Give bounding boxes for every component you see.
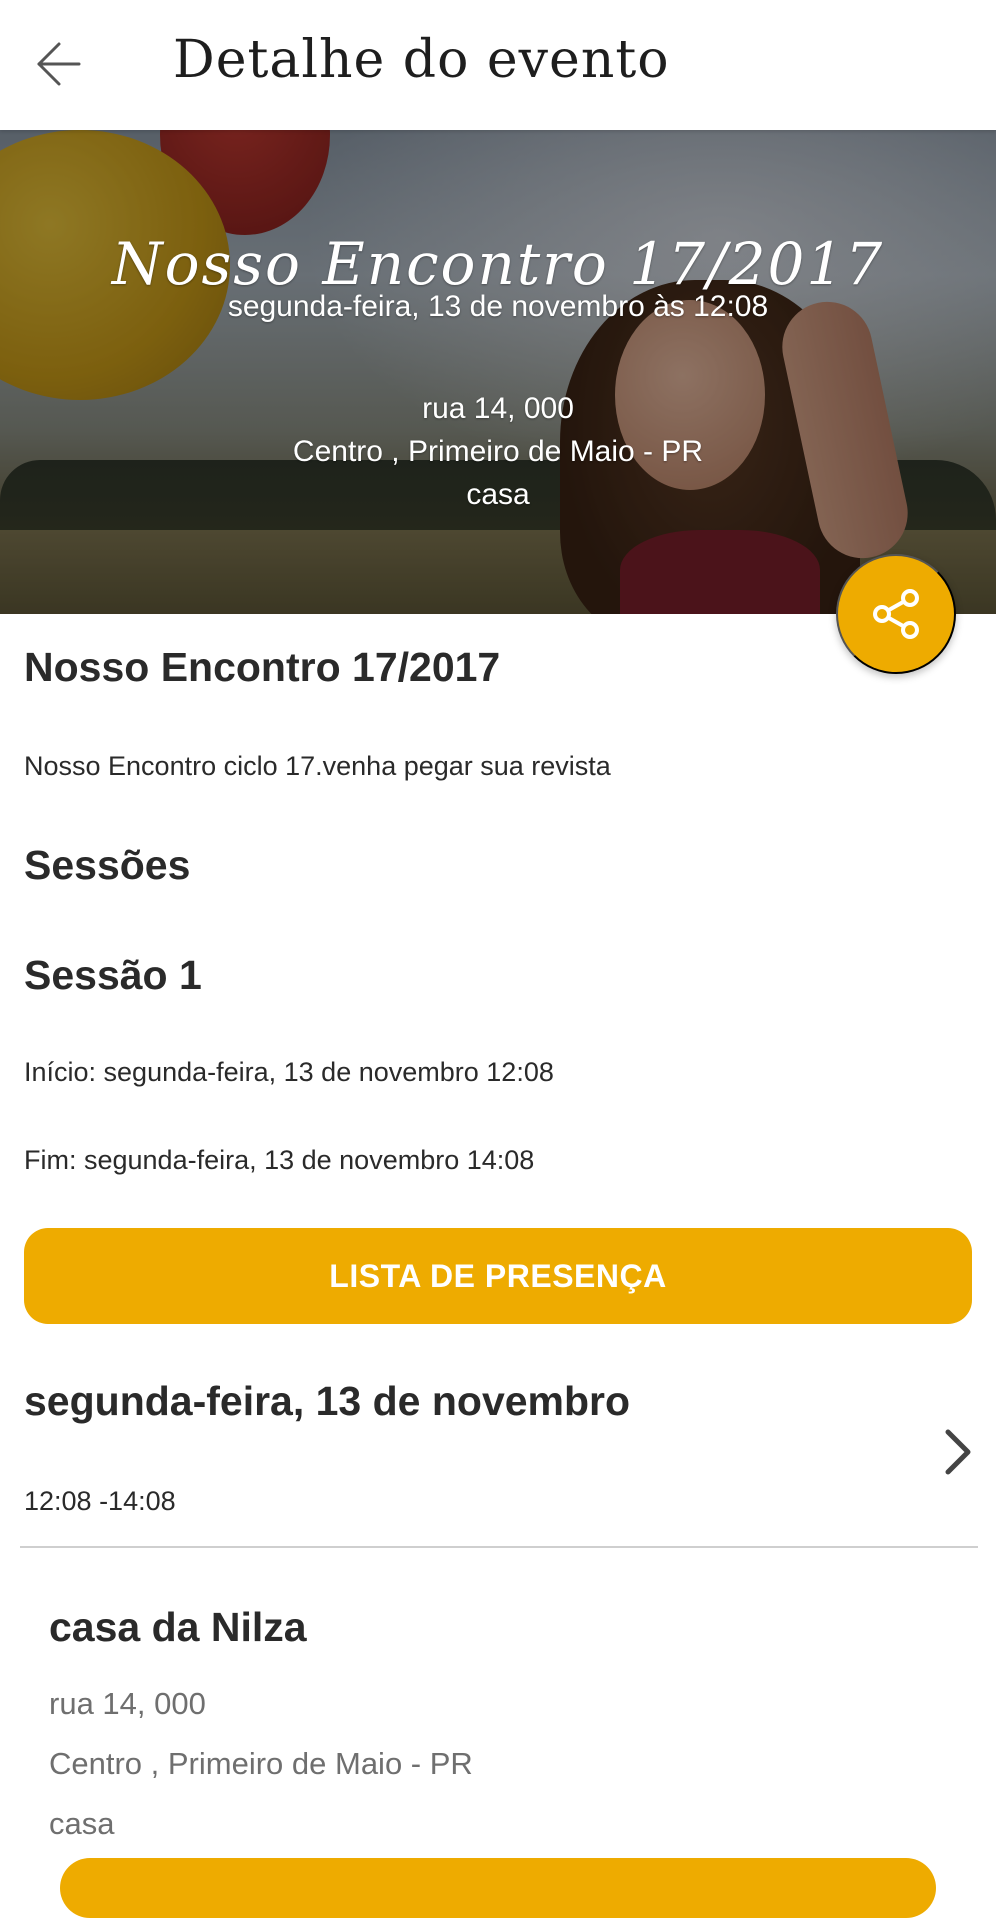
chevron-right-icon (945, 1429, 971, 1475)
event-description: Nosso Encontro ciclo 17.venha pegar sua … (24, 751, 611, 781)
hero-address-street: rua 14, 000 (422, 392, 574, 425)
back-button[interactable] (28, 34, 88, 94)
share-icon (873, 589, 919, 639)
hero-dark-overlay (0, 130, 996, 614)
schedule-date-row[interactable]: segunda-feira, 13 de novembro 12:08 -14:… (0, 1360, 996, 1546)
session-title: Sessão 1 (24, 952, 202, 998)
arrow-left-icon (37, 42, 81, 86)
schedule-date: segunda-feira, 13 de novembro (24, 1378, 631, 1424)
hero-address-city: Centro , Primeiro de Maio - PR (292, 435, 704, 468)
venue-complement: casa (49, 1806, 115, 1841)
hero-event-date: segunda-feira, 13 de novembro às 12:08 (227, 290, 769, 323)
sessions-heading: Sessões (24, 842, 191, 888)
hero-address-complement: casa (466, 478, 530, 511)
app-bar: Detalhe do evento (0, 0, 996, 130)
attendance-list-button[interactable]: LISTA DE PRESENÇA (24, 1228, 972, 1324)
hero-event-title: Nosso Encontro 17/2017 (111, 230, 885, 298)
page-title: Detalhe do evento (173, 30, 670, 90)
share-button[interactable] (836, 554, 956, 674)
session-start-time: Início: segunda-feira, 13 de novembro 12… (24, 1057, 554, 1087)
session-end-time: Fim: segunda-feira, 13 de novembro 14:08 (24, 1145, 535, 1175)
event-title: Nosso Encontro 17/2017 (24, 644, 501, 690)
venue-city: Centro , Primeiro de Maio - PR (49, 1746, 473, 1781)
venue-action-button[interactable] (60, 1858, 936, 1918)
venue-name: casa da Nilza (49, 1604, 307, 1650)
event-hero-banner: Nosso Encontro 17/2017 segunda-feira, 13… (0, 130, 996, 614)
divider (20, 1546, 978, 1548)
venue-street: rua 14, 000 (49, 1686, 206, 1721)
schedule-time-range: 12:08 -14:08 (24, 1486, 176, 1516)
